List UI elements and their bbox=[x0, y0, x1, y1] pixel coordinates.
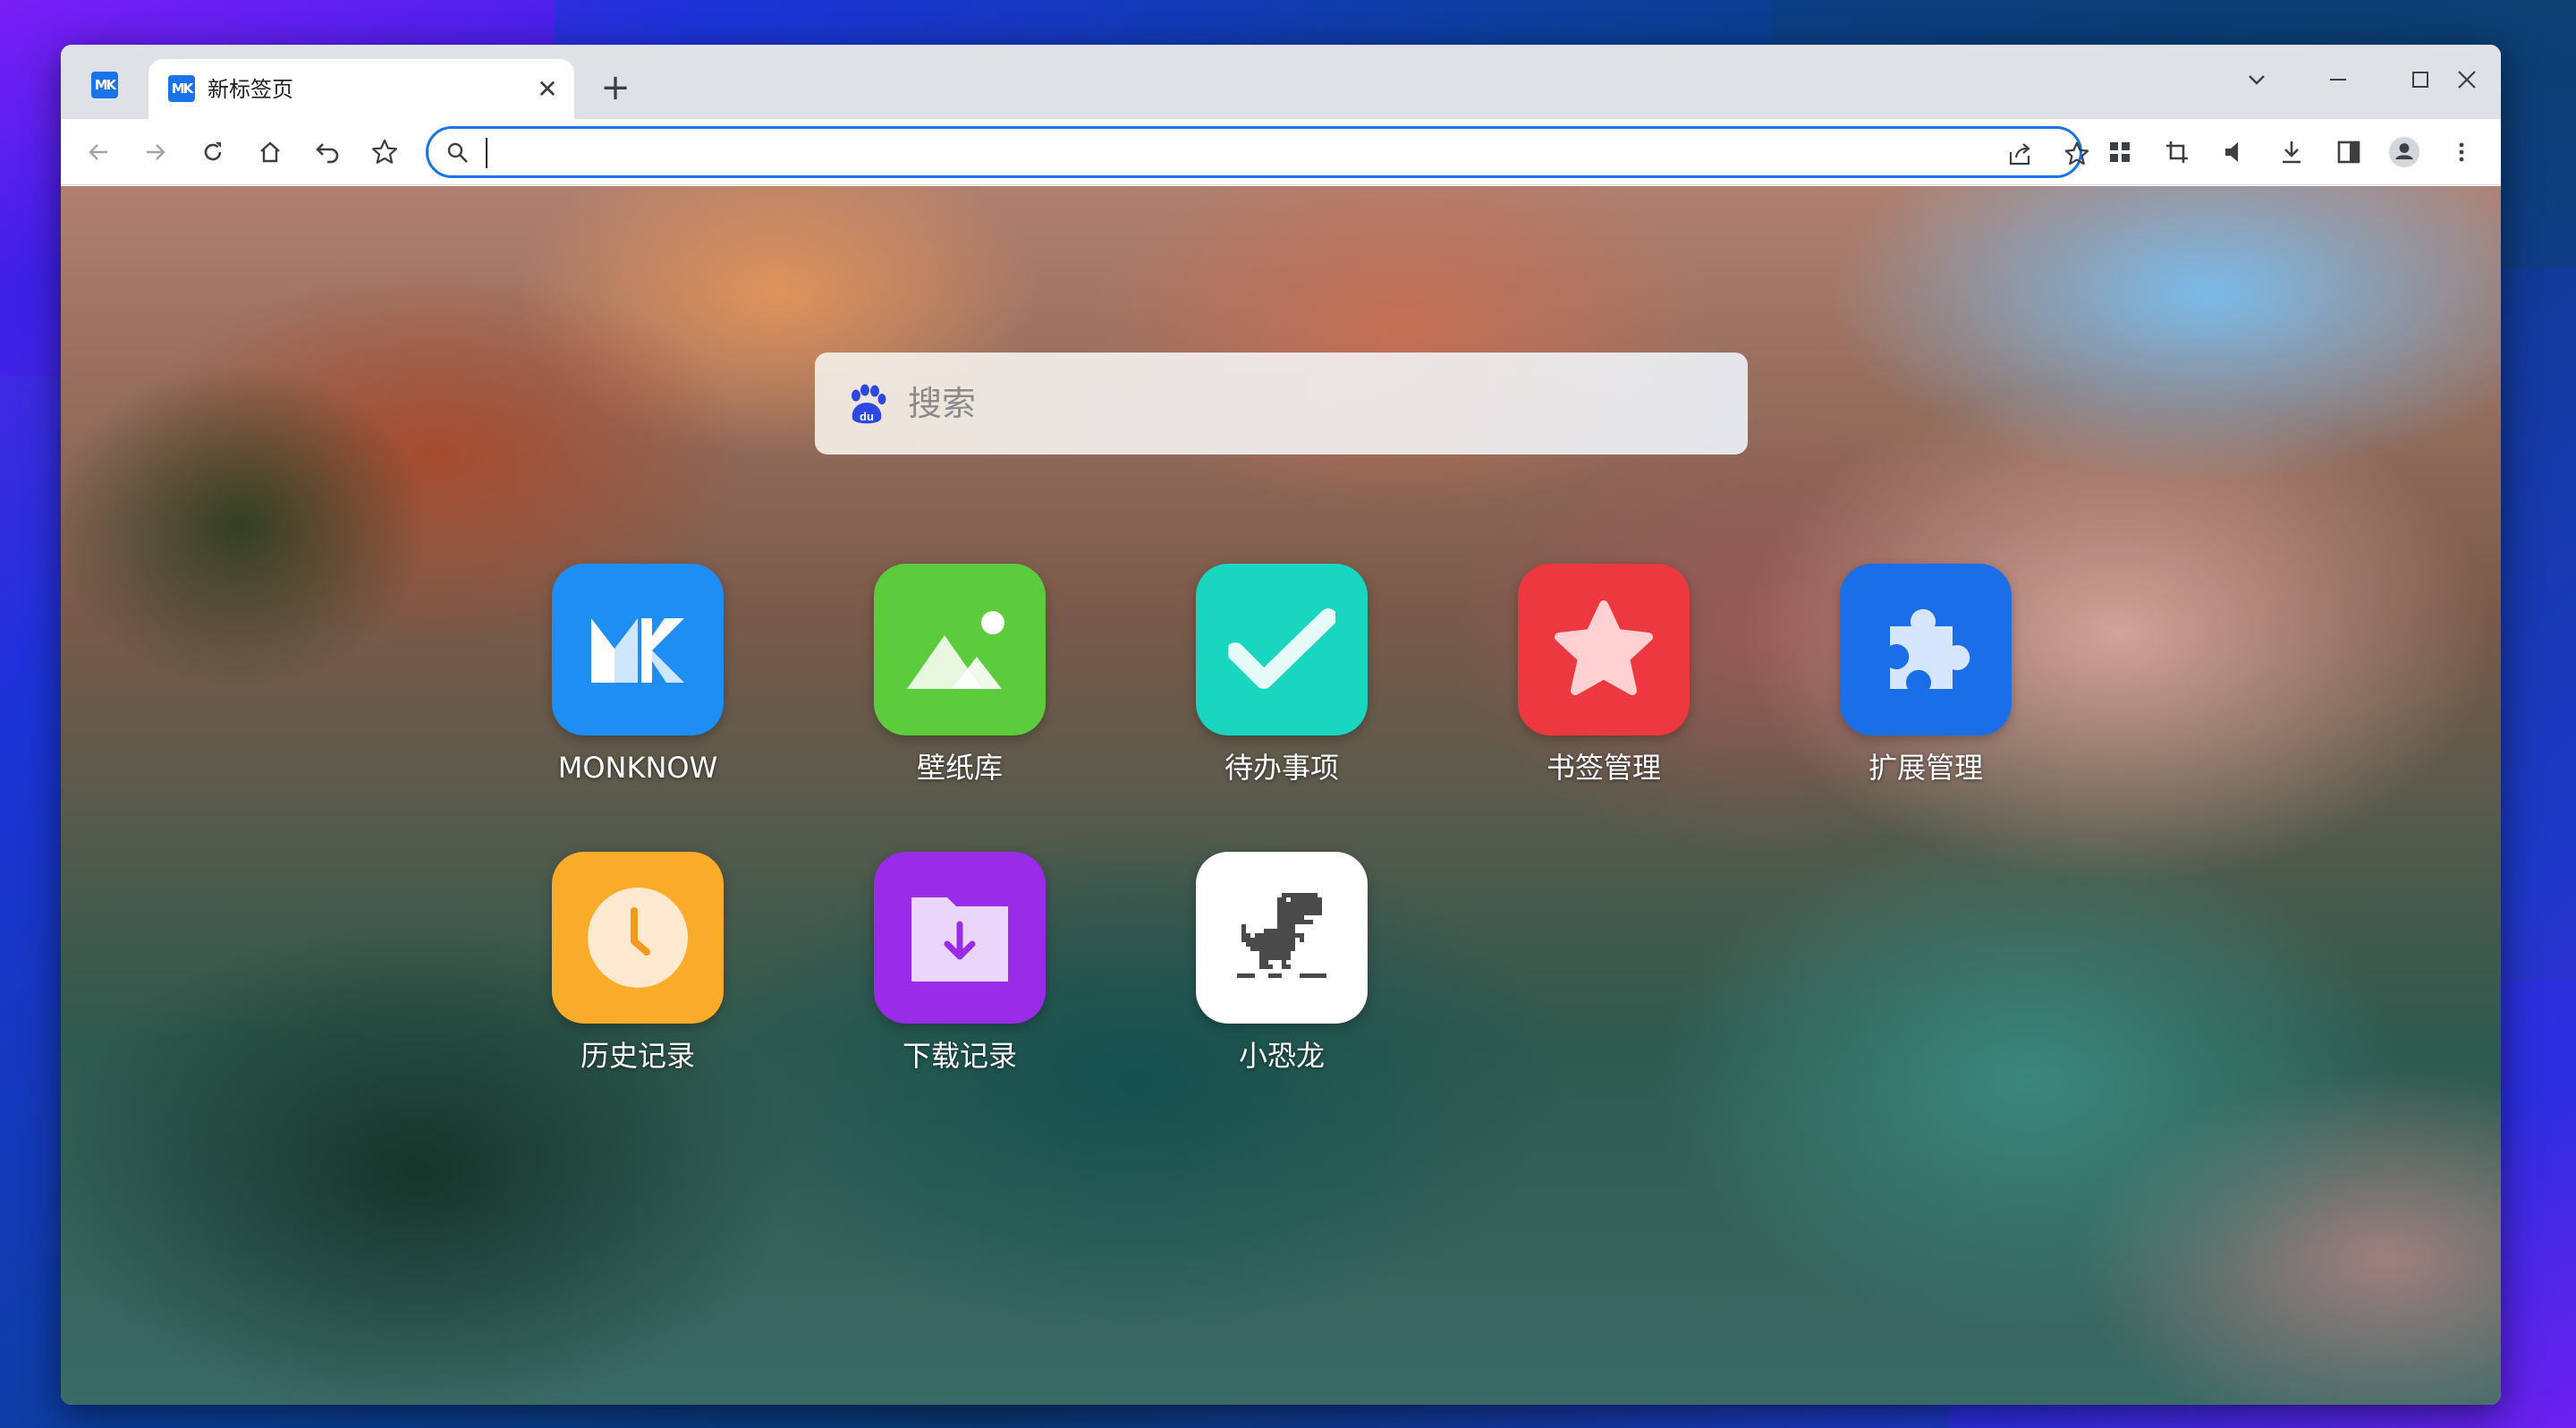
search-placeholder: 搜索 bbox=[908, 384, 977, 423]
new-tab-button[interactable]: + bbox=[597, 70, 633, 106]
monknow-logo-icon bbox=[552, 564, 724, 735]
text-caret bbox=[486, 138, 487, 168]
app-monknow[interactable]: MONKNOW bbox=[552, 564, 724, 786]
forward-icon[interactable] bbox=[140, 136, 172, 168]
app-label: MONKNOW bbox=[557, 751, 718, 785]
tab-strip: MK MK 新标签页 ✕ + bbox=[61, 45, 2501, 119]
wallpaper-icon bbox=[874, 564, 1046, 735]
browser-window: MK MK 新标签页 ✕ + du 搜索 MONKNOW 壁纸库 待办事项 书签… bbox=[61, 45, 2501, 1405]
search-bar[interactable]: du 搜索 bbox=[815, 353, 1748, 455]
app-label: 下载记录 bbox=[902, 1039, 1017, 1073]
menu-kebab-icon[interactable] bbox=[2445, 136, 2478, 168]
app-label: 扩展管理 bbox=[1868, 751, 1983, 785]
undo-icon[interactable] bbox=[311, 136, 343, 168]
dino-icon bbox=[1196, 852, 1368, 1024]
bookmark-star-icon[interactable] bbox=[369, 136, 401, 168]
app-dino[interactable]: 小恐龙 bbox=[1196, 852, 1368, 1074]
tab-close-icon[interactable]: ✕ bbox=[535, 77, 560, 102]
bookmark-page-star-icon[interactable] bbox=[2062, 139, 2092, 169]
mute-speaker-icon[interactable] bbox=[2218, 136, 2250, 168]
toolbar bbox=[61, 119, 2501, 185]
minimize-icon[interactable] bbox=[2311, 59, 2365, 100]
home-icon[interactable] bbox=[254, 136, 286, 168]
app-label: 壁纸库 bbox=[916, 751, 1003, 785]
tab-search-dropdown-icon[interactable] bbox=[2230, 59, 2284, 100]
monknow-app-icon[interactable]: MK bbox=[91, 72, 118, 98]
new-tab-page: du 搜索 MONKNOW 壁纸库 待办事项 书签管理 扩展管理 历史记录 下载… bbox=[61, 186, 2501, 1405]
app-downloads[interactable]: 下载记录 bbox=[874, 852, 1046, 1074]
app-label: 待办事项 bbox=[1224, 751, 1339, 785]
app-wallpaper[interactable]: 壁纸库 bbox=[874, 564, 1046, 786]
share-icon[interactable] bbox=[2004, 139, 2035, 169]
download-icon[interactable] bbox=[2275, 136, 2308, 168]
side-panel-icon[interactable] bbox=[2333, 136, 2365, 168]
close-window-icon[interactable] bbox=[2440, 59, 2494, 100]
profile-avatar-icon[interactable] bbox=[2388, 136, 2420, 168]
tab-new-tab[interactable]: MK 新标签页 ✕ bbox=[148, 59, 574, 119]
clock-icon bbox=[552, 852, 724, 1024]
app-history[interactable]: 历史记录 bbox=[552, 852, 724, 1074]
svg-text:du: du bbox=[860, 410, 874, 423]
app-extensions[interactable]: 扩展管理 bbox=[1840, 564, 2012, 786]
tab-favicon-icon: MK bbox=[168, 75, 195, 102]
monknow-logo-icon: MK bbox=[94, 77, 117, 93]
reload-icon[interactable] bbox=[197, 136, 229, 168]
search-icon bbox=[447, 142, 468, 163]
app-todo[interactable]: 待办事项 bbox=[1196, 564, 1368, 786]
back-icon[interactable] bbox=[82, 136, 114, 168]
app-label: 历史记录 bbox=[580, 1039, 695, 1073]
star-icon bbox=[1518, 564, 1690, 735]
crop-icon[interactable] bbox=[2161, 136, 2193, 168]
maximize-icon[interactable] bbox=[2394, 59, 2447, 100]
app-label: 小恐龙 bbox=[1238, 1039, 1325, 1073]
download-folder-icon bbox=[874, 852, 1046, 1024]
extensions-grid-icon[interactable] bbox=[2104, 136, 2136, 168]
address-bar[interactable] bbox=[426, 126, 2089, 178]
baidu-paw-icon[interactable]: du bbox=[845, 383, 888, 428]
puzzle-icon bbox=[1840, 564, 2012, 735]
tab-title: 新标签页 bbox=[208, 77, 293, 102]
app-label: 书签管理 bbox=[1546, 751, 1661, 785]
app-bookmarks[interactable]: 书签管理 bbox=[1518, 564, 1690, 786]
checkmark-icon bbox=[1196, 564, 1368, 735]
